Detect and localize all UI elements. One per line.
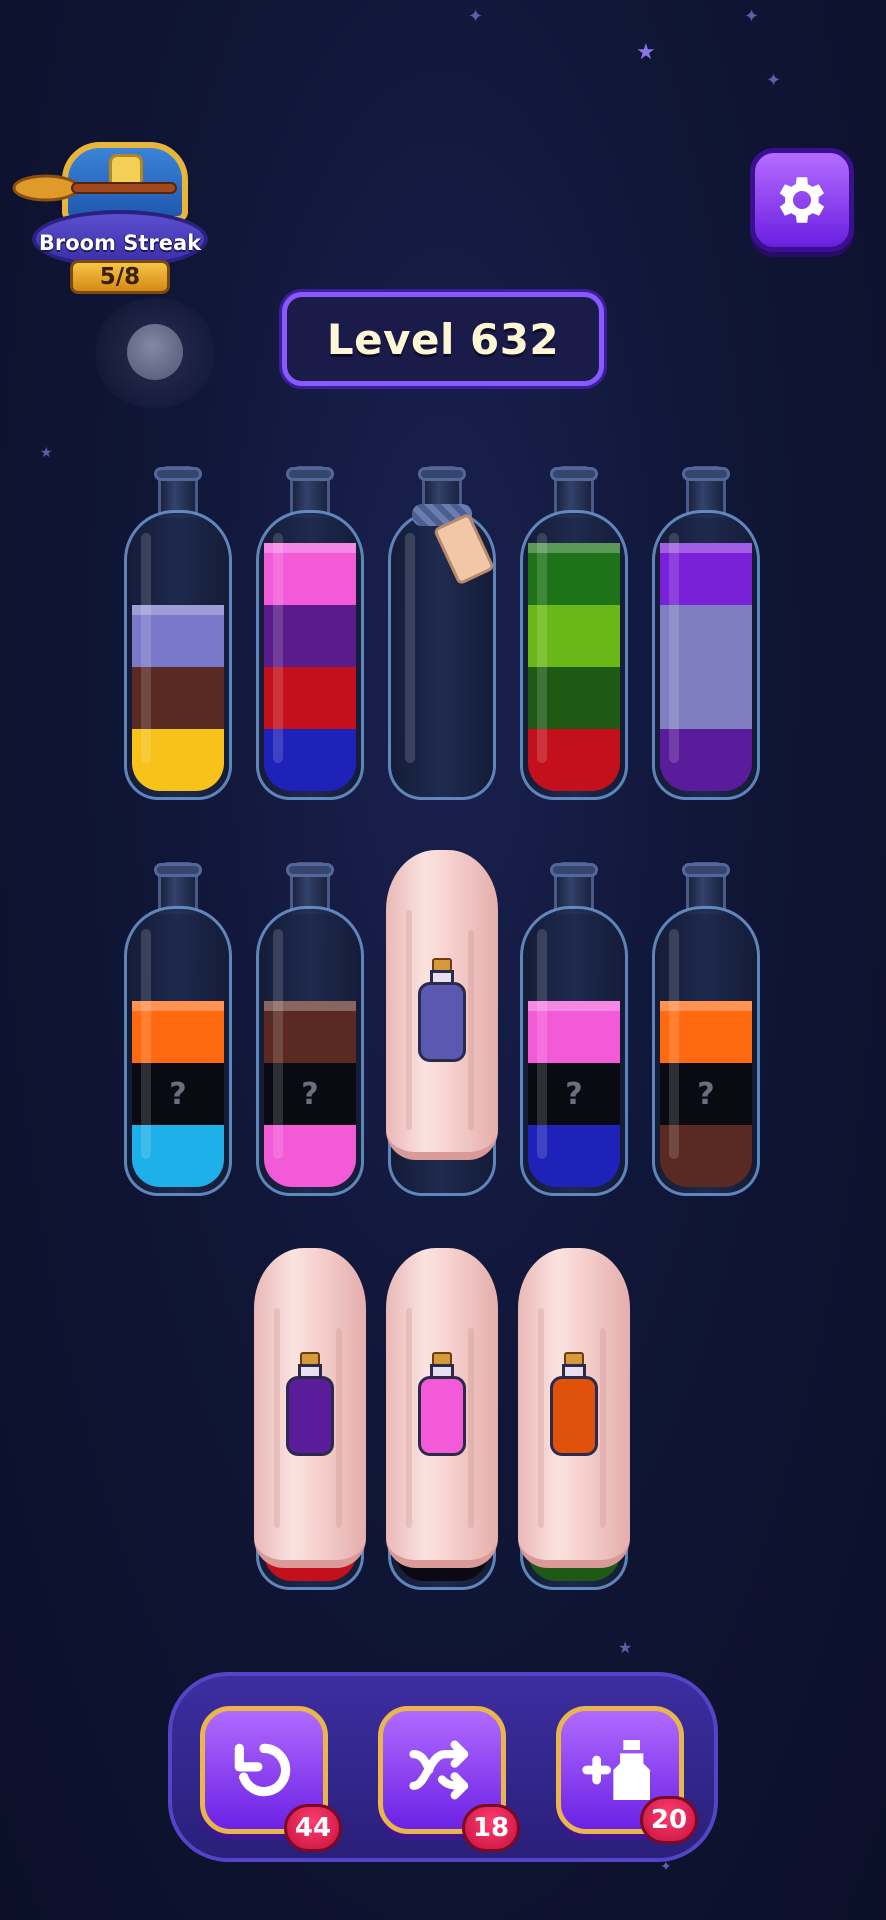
liquid-layer xyxy=(528,605,620,667)
bottle[interactable] xyxy=(256,466,364,800)
shuffle-icon xyxy=(409,1740,469,1800)
hidden-mark: ? xyxy=(565,1076,583,1112)
hidden-layer: ? xyxy=(660,1063,752,1125)
bottle-covered[interactable] xyxy=(386,850,498,1196)
bottle[interactable]: ? xyxy=(124,862,232,1196)
bottle-covered[interactable] xyxy=(254,1248,366,1590)
undo-icon xyxy=(234,1743,291,1797)
add-bottle-icon xyxy=(582,1740,650,1800)
liquid-layer xyxy=(660,543,752,605)
liquid-layer xyxy=(264,1001,356,1063)
liquid-layer xyxy=(528,667,620,729)
liquid-layer xyxy=(264,543,356,605)
broom-streak-widget[interactable]: Broom Streak 5/8 xyxy=(12,118,208,298)
gear-icon xyxy=(779,177,825,223)
broom-icon xyxy=(12,174,177,202)
liquid-layer xyxy=(660,729,752,791)
star-decoration: ★ xyxy=(618,1638,633,1657)
star-decoration: ★ xyxy=(40,445,53,461)
bottle[interactable]: ? xyxy=(652,862,760,1196)
liquid-layer xyxy=(132,1125,224,1187)
hidden-mark: ? xyxy=(697,1076,715,1112)
shuffle-count-badge: 18 xyxy=(462,1804,520,1852)
bottle[interactable]: ? xyxy=(520,862,628,1196)
liquid-layer xyxy=(264,605,356,667)
liquid-layer xyxy=(528,1125,620,1187)
potion-icon xyxy=(418,1352,466,1456)
star-decoration: ✦ xyxy=(766,70,782,91)
liquid-layer xyxy=(132,605,224,667)
bottle[interactable]: ? xyxy=(256,862,364,1196)
liquid-layer xyxy=(660,667,752,729)
liquid-layer xyxy=(660,1125,752,1187)
bottle-covered[interactable] xyxy=(518,1248,630,1590)
settings-button[interactable] xyxy=(750,148,854,252)
star-decoration: ✦ xyxy=(744,6,760,27)
hidden-mark: ? xyxy=(301,1076,319,1112)
bottle[interactable] xyxy=(124,466,232,800)
hidden-layer: ? xyxy=(264,1063,356,1125)
add-bottle-count-badge: 20 xyxy=(640,1796,698,1844)
star-decoration: ★ xyxy=(636,40,656,65)
liquid-layer xyxy=(264,1125,356,1187)
bottle[interactable] xyxy=(520,466,628,800)
level-label: Level 632 xyxy=(326,314,560,364)
star-decoration: ✦ xyxy=(468,6,484,27)
liquid-layer xyxy=(132,667,224,729)
liquid-layer xyxy=(528,543,620,605)
liquid-layer xyxy=(132,1001,224,1063)
liquid-layer xyxy=(528,729,620,791)
streak-label: Broom Streak xyxy=(38,231,202,255)
potion-icon xyxy=(550,1352,598,1456)
liquid-layer xyxy=(264,729,356,791)
joystick-knob[interactable] xyxy=(127,324,183,380)
liquid-layer xyxy=(528,1001,620,1063)
streak-count: 5/8 xyxy=(70,260,170,294)
hidden-mark: ? xyxy=(169,1076,187,1112)
level-indicator: Level 632 xyxy=(282,292,604,386)
star-decoration: ✦ xyxy=(660,1859,672,1875)
liquid-layer xyxy=(132,729,224,791)
liquid-layer xyxy=(660,1001,752,1063)
liquid-layer xyxy=(660,605,752,667)
potion-icon xyxy=(286,1352,334,1456)
potion-icon xyxy=(418,958,466,1062)
bottle-locked[interactable] xyxy=(388,466,496,800)
hidden-layer: ? xyxy=(528,1063,620,1125)
bottle-covered[interactable] xyxy=(386,1248,498,1590)
undo-count-badge: 44 xyxy=(284,1804,342,1852)
liquid-layer xyxy=(264,667,356,729)
hidden-layer: ? xyxy=(132,1063,224,1125)
bottle[interactable] xyxy=(652,466,760,800)
joystick-control[interactable] xyxy=(92,298,218,408)
